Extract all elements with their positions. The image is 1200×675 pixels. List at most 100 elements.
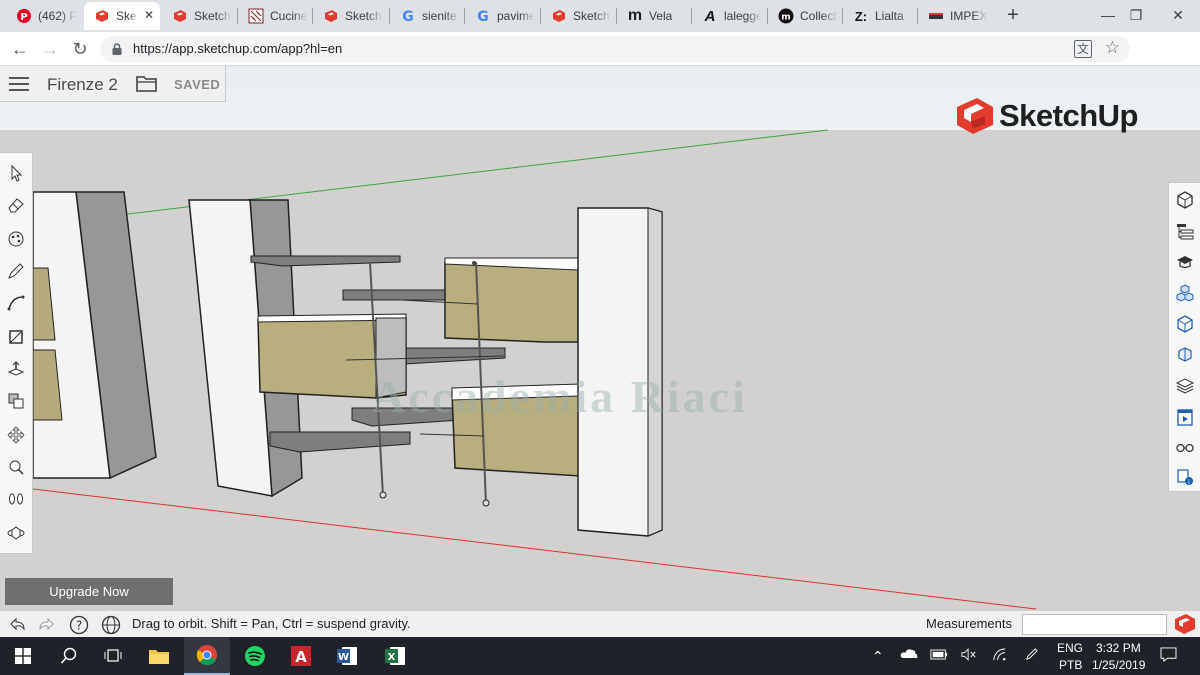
help-icon[interactable]: ? <box>68 614 90 636</box>
extension-icon[interactable]: i <box>1174 466 1196 488</box>
materials-icon[interactable] <box>1174 313 1196 335</box>
keyboard-layout[interactable]: PTB <box>1059 658 1082 672</box>
browser-tab[interactable]: m Collect <box>768 2 842 30</box>
pen-icon[interactable] <box>1024 647 1039 665</box>
model-scene[interactable] <box>0 66 1200 610</box>
orbit-icon[interactable] <box>4 521 28 545</box>
right-tool-palette: i <box>1168 182 1200 492</box>
tab-title: SketchU <box>194 9 232 23</box>
styles-icon[interactable] <box>1174 344 1196 366</box>
chevron-up-icon[interactable]: ⌃ <box>872 648 884 665</box>
browser-tab[interactable]: m Vela <box>617 2 691 30</box>
url-text[interactable]: https://app.sketchup.com/app?hl=en <box>133 41 342 56</box>
display-icon[interactable] <box>1174 437 1196 459</box>
browser-tab[interactable]: IMPEX <box>918 2 992 30</box>
browser-tab[interactable]: G pavime <box>465 2 540 30</box>
pinterest-icon: P <box>16 8 32 24</box>
entity-info-icon[interactable] <box>1174 189 1196 211</box>
input-language[interactable]: ENG <box>1057 641 1083 655</box>
excel-icon[interactable]: X <box>372 637 418 675</box>
chrome-icon[interactable] <box>184 637 230 675</box>
clock-time[interactable]: 3:32 PM <box>1096 641 1141 655</box>
pencil-icon[interactable] <box>4 259 28 283</box>
scenes-icon[interactable] <box>1174 406 1196 428</box>
m-icon: m <box>627 7 643 24</box>
search-icon[interactable] <box>46 637 92 675</box>
components-icon[interactable] <box>1174 282 1196 304</box>
close-window-icon[interactable]: ✕ <box>1158 4 1198 26</box>
tab-title: lalegge <box>724 9 762 23</box>
new-tab-button[interactable]: + <box>1002 4 1024 26</box>
autocad-icon[interactable]: A <box>278 637 324 675</box>
folder-icon[interactable] <box>135 74 159 94</box>
m-circle-icon: m <box>778 8 794 24</box>
browser-tab[interactable]: Cucine <box>238 2 312 30</box>
left-tool-palette <box>0 152 33 554</box>
hamburger-menu-icon[interactable] <box>9 77 29 91</box>
rectangle-icon[interactable] <box>4 325 28 349</box>
sketchup-brand-text: SketchUp <box>999 98 1138 133</box>
svg-text:G: G <box>477 9 489 24</box>
windows-start-icon[interactable] <box>0 637 46 675</box>
file-explorer-icon[interactable] <box>136 637 182 675</box>
tab-title: Collect <box>800 9 837 23</box>
tab-title: (462) Pi <box>38 9 76 23</box>
browser-tab[interactable]: G sienite <box>390 2 464 30</box>
model-title[interactable]: Firenze 2 <box>47 75 118 95</box>
select-icon[interactable] <box>4 161 28 185</box>
windows-taskbar: A W X ⌃ ENG PTB 3:32 PM 1/25/2019 <box>0 637 1200 675</box>
clock-date[interactable]: 1/25/2019 <box>1092 658 1145 672</box>
status-hint-text: Drag to orbit. Shift = Pan, Ctrl = suspe… <box>132 616 411 631</box>
browser-tab[interactable]: SketchU <box>541 2 616 30</box>
redo-icon[interactable] <box>36 614 58 636</box>
forward-arrow-icon[interactable]: → <box>38 37 62 61</box>
translate-icon[interactable]: 文 <box>1074 40 1092 58</box>
outliner-icon[interactable] <box>1174 220 1196 242</box>
tape-measure-icon[interactable] <box>4 455 28 479</box>
spotify-icon[interactable] <box>232 637 278 675</box>
offset-icon[interactable] <box>4 389 28 413</box>
back-arrow-icon[interactable]: ← <box>8 37 32 61</box>
language-globe-icon[interactable] <box>100 614 122 636</box>
browser-tab[interactable]: SketchU <box>162 2 237 30</box>
tab-title: Vela <box>649 9 673 23</box>
tab-title: pavime <box>497 9 535 23</box>
wifi-icon[interactable] <box>992 647 1007 665</box>
address-bar[interactable]: https://app.sketchup.com/app?hl=en 文 ☆ <box>100 36 1130 62</box>
paint-bucket-icon[interactable] <box>4 227 28 251</box>
upgrade-now-button[interactable]: Upgrade Now <box>5 578 173 605</box>
impex-icon <box>928 8 944 24</box>
battery-icon[interactable] <box>930 649 948 663</box>
undo-icon[interactable] <box>6 614 28 636</box>
browser-tab-active[interactable]: Sketc ✕ <box>84 2 160 30</box>
bookmark-star-icon[interactable]: ☆ <box>1105 38 1120 58</box>
arc-icon[interactable] <box>4 291 28 315</box>
push-pull-icon[interactable] <box>4 357 28 381</box>
tab-title: sienite <box>422 9 457 23</box>
eraser-icon[interactable] <box>4 193 28 217</box>
notifications-icon[interactable] <box>1160 647 1177 665</box>
measurements-input[interactable] <box>1022 614 1167 635</box>
word-icon[interactable]: W <box>324 637 370 675</box>
tags-icon[interactable] <box>1174 375 1196 397</box>
browser-tab[interactable]: Z: Lialta <box>843 2 917 30</box>
restore-icon[interactable]: ❐ <box>1116 4 1156 26</box>
sketchup-logo-icon <box>957 98 993 134</box>
browser-tab[interactable]: P (462) Pi <box>6 2 84 30</box>
volume-muted-icon[interactable] <box>961 648 977 664</box>
3d-viewport[interactable]: Accademia Riaci <box>0 66 1200 610</box>
browser-tab[interactable]: A lalegge <box>692 2 767 30</box>
browser-tab[interactable]: SketchU <box>313 2 389 30</box>
save-status: SAVED <box>174 77 221 92</box>
task-view-icon[interactable] <box>90 637 136 675</box>
move-icon[interactable] <box>4 423 28 447</box>
onedrive-icon[interactable] <box>900 647 918 663</box>
instructor-icon[interactable] <box>1174 251 1196 273</box>
close-tab-icon[interactable]: ✕ <box>144 8 154 22</box>
reload-icon[interactable]: ↻ <box>68 37 92 61</box>
walk-icon[interactable] <box>4 487 28 511</box>
sketchup-small-logo-icon[interactable] <box>1174 613 1196 635</box>
status-bar: ? Drag to orbit. Shift = Pan, Ctrl = sus… <box>0 610 1200 637</box>
svg-text:G: G <box>402 9 414 24</box>
measurements-label: Measurements <box>926 616 1012 631</box>
